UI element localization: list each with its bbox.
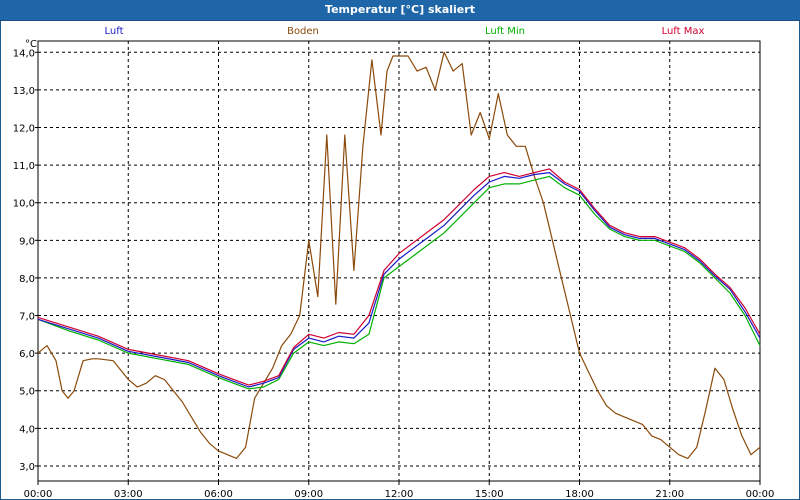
y-tick-label: 5,0 [19, 387, 35, 398]
x-tick-time-label: 21:00 [655, 489, 684, 500]
y-tick-label: 8,0 [19, 274, 35, 285]
x-tick-time-label: 15:00 [475, 489, 504, 500]
temperature-chart: Luft Boden Luft Min Luft Max °C 3,04,05,06,… [13, 26, 775, 500]
y-tick-label: 3,0 [19, 462, 35, 473]
y-tick-label: 6,0 [19, 349, 35, 360]
legend-item-luft-max: Luft Max [662, 26, 705, 37]
y-tick-label: 14,0 [13, 48, 35, 59]
legend-item-boden: Boden [287, 26, 319, 37]
y-axis-ticks: 3,0 4,0 5,0 6,0 7,0 8,0 9,0 10,0 11,0 12,0 13,0 14,… [13, 48, 38, 473]
title-bar: Temperatur [°C] skaliert [0, 0, 800, 21]
y-tick-label: 7,0 [19, 312, 35, 323]
x-tick-time-label: 03:00 [114, 489, 143, 500]
x-tick-time-label: 00:00 [746, 489, 775, 500]
y-tick-label: 10,0 [13, 199, 35, 210]
x-tick-time-label: 18:00 [565, 489, 594, 500]
y-tick-label: 9,0 [19, 236, 35, 247]
x-tick-time-label: 06:00 [204, 489, 233, 500]
legend-item-luft: Luft [105, 26, 124, 37]
legend-item-luft-min: Luft Min [485, 26, 525, 37]
x-tick-time-label: 12:00 [385, 489, 414, 500]
y-tick-label: 13,0 [13, 86, 35, 97]
y-tick-label: 4,0 [19, 424, 35, 435]
x-axis-ticks: 00:0010.03.1703:0010.03.1706:0010.03.170… [24, 481, 775, 500]
x-tick-time-label: 00:00 [24, 489, 53, 500]
y-tick-label: 12,0 [13, 123, 35, 134]
y-tick-label: 11,0 [13, 161, 35, 172]
x-tick-time-label: 09:00 [294, 489, 323, 500]
legend: Luft Boden Luft Min Luft Max [105, 26, 705, 37]
window-title: Temperatur [°C] skaliert [325, 3, 475, 16]
